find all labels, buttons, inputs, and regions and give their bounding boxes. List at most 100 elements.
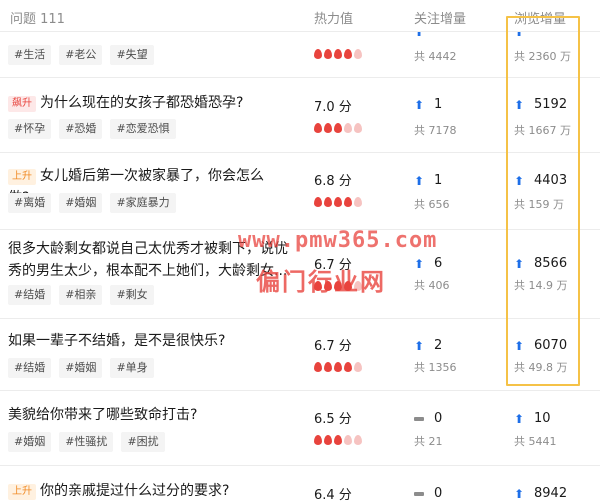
flame-icon [314,123,322,133]
table-row[interactable]: 如果一辈子不结婚，是不是很快乐? #结婚 #婚姻 #单身 6.7 分 ⬆ 2 共 … [0,319,600,391]
dash-icon [414,491,424,496]
tag[interactable]: #性骚扰 [59,432,114,452]
heat-flames [314,197,362,207]
column-header-question[interactable]: 问题 111 [10,8,65,27]
tag[interactable]: #剩女 [110,285,154,305]
heat-score: 6.7 分 [314,339,352,354]
follow-delta: ⬆ 1 [414,173,442,188]
tag[interactable]: #生活 [8,45,52,65]
follow-delta: ⬆ 1 [414,97,442,112]
flame-icon [344,49,352,59]
question-title[interactable]: 如果一辈子不结婚，是不是很快乐? [8,330,278,352]
status-badge: 上升 [8,484,36,500]
question-title-text[interactable]: 很多大龄剩女都说自己太优秀才被剩下，说优秀的男生太少，根本配不上她们，大龄剩女.… [8,241,288,279]
table-row[interactable]: 上升女儿婚后第一次被家暴了，你会怎么做? #离婚 #婚姻 #家庭暴力 6.8 分… [0,153,600,230]
tag[interactable]: #婚姻 [59,193,103,213]
follow-total: 共 4442 [414,50,457,63]
view-total: 共 14.9 万 [514,279,568,292]
up-arrow-icon: ⬆ [414,97,425,112]
flame-icon [334,281,342,291]
tag[interactable]: #单身 [110,358,154,378]
flame-icon [344,281,352,291]
up-arrow-icon: ⬆ [514,97,525,112]
flame-icon [354,197,362,207]
follow-total: 共 656 [414,198,450,211]
follow-total: 共 406 [414,279,450,292]
follow-delta-value: 1 [434,97,443,112]
heat-score: 6.5 分 [314,412,352,427]
view-delta-value: 4403 [534,173,568,188]
flame-icon [314,435,322,445]
column-header-view[interactable]: 浏览增量 [514,8,566,27]
heat-score: 6.7 分 [314,258,352,273]
heat-flames [314,49,362,59]
flame-icon [334,435,342,445]
tag[interactable]: #恋爱恐惧 [110,119,176,139]
follow-delta-value: 6 [434,256,443,271]
view-total: 共 1667 万 [514,124,571,137]
flame-icon [334,197,342,207]
flame-icon [314,197,322,207]
tag-list: #结婚 #婚姻 #单身 [8,358,154,378]
view-delta: ⬆ 5192 [514,97,567,112]
tag[interactable]: #婚姻 [59,358,103,378]
tag[interactable]: #困扰 [121,432,165,452]
flame-icon [344,123,352,133]
tag[interactable]: #老公 [59,45,103,65]
flame-icon [324,123,332,133]
tag[interactable]: #婚姻 [8,432,52,452]
tag[interactable]: #结婚 [8,358,52,378]
up-arrow-icon: ⬆ [414,338,425,353]
question-title-text[interactable]: 你的亲戚提过什么过分的要求? [40,483,229,499]
view-delta: ⬆ 4403 [514,173,567,188]
flame-icon [354,123,362,133]
follow-delta: 0 [414,411,442,426]
view-delta-value: 8942 [534,486,568,501]
flame-icon [314,362,322,372]
flame-icon [344,362,352,372]
question-title[interactable]: 美貌给你带来了哪些致命打击? [8,404,278,426]
follow-delta: 0 [414,486,442,501]
table-row[interactable]: 美貌给你带来了哪些致命打击? #婚姻 #性骚扰 #困扰 6.5 分 0 共 21… [0,391,600,466]
view-total: 共 5441 [514,435,557,448]
tag[interactable]: #家庭暴力 [110,193,176,213]
column-header-heat[interactable]: 热力值 [314,8,353,27]
up-arrow-icon: ⬆ [414,173,425,188]
view-delta-value: 6070 [534,338,568,353]
question-title[interactable]: 很多大龄剩女都说自己太优秀才被剩下，说优秀的男生太少，根本配不上她们，大龄剩女.… [8,238,298,282]
table-row[interactable]: 飙升 为什么现在的女孩子都恐婚恐孕? #怀孕 #恐婚 #恋爱恐惧 7.0 分 ⬆ 1… [0,78,600,153]
table-row[interactable]: 很多大龄剩女都说自己太优秀才被剩下，说优秀的男生太少，根本配不上她们，大龄剩女.… [0,230,600,319]
status-badge: 飙升 [8,96,36,112]
table-row[interactable]: 上升 你的亲戚提过什么过分的要求? 6.4 分 0 ⬆ 8942 [0,466,600,503]
question-title-text[interactable]: 如果一辈子不结婚，是不是很快乐? [8,333,225,349]
flame-icon [334,362,342,372]
follow-delta-value: 0 [434,411,443,426]
tag[interactable]: #相亲 [59,285,103,305]
flame-icon [324,362,332,372]
question-title[interactable]: 飙升 为什么现在的女孩子都恐婚恐孕? [8,92,278,114]
tag[interactable]: #结婚 [8,285,52,305]
view-delta: ⬆ 10 [514,411,551,426]
view-total: 共 49.8 万 [514,361,568,374]
flame-icon [314,281,322,291]
up-arrow-icon: ⬆ [514,486,525,501]
flame-icon [354,362,362,372]
up-arrow-icon: ⬆ [414,256,425,271]
flame-icon [354,49,362,59]
tag[interactable]: #离婚 [8,193,52,213]
follow-delta-value: 0 [434,486,443,501]
question-title-text[interactable]: 美貌给你带来了哪些致命打击? [8,407,197,423]
flame-icon [344,197,352,207]
column-header-follow[interactable]: 关注增量 [414,8,466,27]
follow-total: 共 21 [414,435,443,448]
tag[interactable]: #怀孕 [8,119,52,139]
tag-list: #结婚 #相亲 #剩女 [8,285,154,305]
question-title-text[interactable]: 为什么现在的女孩子都恐婚恐孕? [40,95,243,111]
tag[interactable]: #失望 [110,45,154,65]
question-title[interactable]: 上升 你的亲戚提过什么过分的要求? [8,480,278,502]
flame-icon [354,435,362,445]
heat-flames [314,123,362,133]
tag[interactable]: #恐婚 [59,119,103,139]
flame-icon [314,49,322,59]
view-total: 共 159 万 [514,198,564,211]
